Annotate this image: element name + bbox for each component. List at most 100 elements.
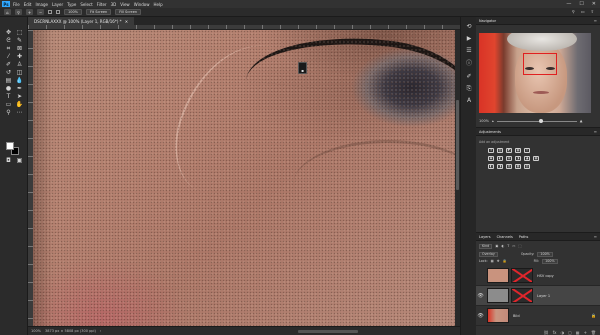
document-tab[interactable]: DSCRNLAXXX @ 100% (Layer 1, RGB/16*) * ✕	[28, 17, 135, 25]
shape-tool-icon[interactable]: ▭	[4, 101, 13, 108]
layer-name[interactable]: HSV copy	[537, 274, 554, 278]
fill-input[interactable]: 100%	[542, 258, 558, 264]
menu-file[interactable]: File	[13, 2, 20, 7]
gradient-tool-icon[interactable]: ▤	[4, 77, 13, 84]
zoom-tool-preset-icon[interactable]: ⚲	[15, 9, 22, 15]
new-group-icon[interactable]: ▦	[576, 330, 580, 335]
clone-source-icon[interactable]: ⎘	[465, 85, 473, 92]
layer-thumbnail[interactable]	[487, 308, 509, 323]
navigator-zoom-slider[interactable]	[496, 118, 577, 123]
filter-smart-icon[interactable]: ⬚	[518, 244, 521, 248]
home-icon[interactable]: ⌂	[4, 9, 11, 15]
properties-panel-icon[interactable]: ☰	[465, 47, 473, 54]
menu-layer[interactable]: Layer	[52, 2, 63, 7]
add-style-icon[interactable]: fx	[553, 330, 557, 335]
navigator-view-box[interactable]	[523, 53, 557, 75]
gradient-map-icon[interactable]: ▩	[515, 164, 521, 169]
quick-select-tool-icon[interactable]: ✎	[15, 37, 24, 44]
play-actions-icon[interactable]: ▶	[465, 35, 473, 42]
zoom-in-large-icon[interactable]: ▲	[580, 119, 583, 123]
history-brush-tool-icon[interactable]: ↺	[4, 69, 13, 76]
edit-toolbar-icon[interactable]: ⋯	[15, 109, 24, 116]
navigator-tab[interactable]: Navigator	[479, 19, 496, 23]
channel-mixer-icon[interactable]: ◕	[524, 156, 530, 161]
adjustments-menu-icon[interactable]: ≡	[594, 129, 597, 134]
tab-paths[interactable]: Paths	[519, 235, 529, 239]
screen-mode-icon[interactable]: ▣	[15, 157, 24, 164]
menu-window[interactable]: Window	[134, 2, 150, 7]
layer-hidden-toggle[interactable]	[476, 266, 485, 286]
layer-name[interactable]: Layer 1	[537, 294, 550, 298]
navigator-zoom-value[interactable]: 100%	[479, 119, 489, 123]
layer-row-hsv-copy[interactable]: HSV copy	[476, 266, 600, 286]
navigator-zoom-knob[interactable]	[538, 118, 543, 123]
zoom-all-windows-checkbox[interactable]	[56, 10, 60, 14]
color-lookup-icon[interactable]: ▦	[533, 156, 539, 161]
tab-channels[interactable]: Channels	[497, 235, 513, 239]
photo-filter-icon[interactable]: ◑	[515, 156, 521, 161]
foreground-color-swatch[interactable]	[6, 142, 14, 150]
lock-pixels-icon[interactable]: ▦	[491, 259, 494, 263]
clone-stamp-tool-icon[interactable]: ♙	[15, 61, 24, 68]
filter-type-icon[interactable]: T	[507, 244, 509, 248]
lock-all-icon[interactable]: 🔒	[503, 259, 507, 263]
tab-layers[interactable]: Layers	[479, 235, 491, 239]
threshold-icon[interactable]: ▨	[506, 164, 512, 169]
vibrance-icon[interactable]: ▽	[524, 148, 530, 153]
add-mask-icon[interactable]: ◑	[561, 330, 565, 335]
menu-view[interactable]: View	[120, 2, 130, 7]
type-tool-icon[interactable]: T	[4, 93, 13, 100]
posterize-icon[interactable]: ◨	[497, 164, 503, 169]
menu-type[interactable]: Type	[67, 2, 76, 7]
layer-row-bild[interactable]: 👁 Bild 🔒	[476, 306, 600, 326]
photoshop-logo-icon[interactable]: Ps	[2, 1, 10, 7]
zoom-in-icon[interactable]: +	[26, 9, 33, 15]
blur-tool-icon[interactable]: 💧	[15, 77, 24, 84]
brush-panel-icon[interactable]: ✐	[465, 73, 473, 80]
minimize-button[interactable]: —	[566, 1, 571, 7]
quick-mask-icon[interactable]: ◘	[4, 157, 13, 164]
filter-adjustment-icon[interactable]: ◐	[501, 244, 504, 248]
menu-select[interactable]: Select	[80, 2, 92, 7]
share-icon[interactable]: ⇪	[591, 9, 594, 14]
filter-pixel-icon[interactable]: ▣	[495, 244, 498, 248]
menu-help[interactable]: Help	[153, 2, 162, 7]
lock-position-icon[interactable]: ✥	[497, 259, 500, 263]
status-arrow-icon[interactable]: ›	[100, 329, 101, 333]
layer-visibility-eye-icon[interactable]: 👁	[476, 306, 485, 326]
new-adjustment-icon[interactable]: ▢	[568, 330, 572, 335]
filter-shape-icon[interactable]: ▭	[512, 244, 515, 248]
vertical-scrollbar-thumb[interactable]	[456, 100, 459, 190]
selective-color-icon[interactable]: ▥	[524, 164, 530, 169]
history-panel-icon[interactable]: ⟲	[465, 23, 473, 30]
close-tab-icon[interactable]: ✕	[125, 19, 128, 24]
zoom-out-icon[interactable]: −	[37, 9, 44, 15]
menu-image[interactable]: Image	[35, 2, 48, 7]
status-doc-info[interactable]: 3873 px × 5808 px (300 ppi)	[45, 329, 96, 333]
layer-kind-filter[interactable]: Kind	[479, 243, 493, 249]
hue-saturation-icon[interactable]: ▣	[488, 156, 494, 161]
menu-edit[interactable]: Edit	[24, 2, 32, 7]
zoom-tool-icon[interactable]: ⚲	[4, 109, 13, 116]
spot-healing-tool-icon[interactable]: ✚	[15, 53, 24, 60]
layer-mask-thumbnail[interactable]	[511, 288, 533, 303]
eraser-tool-icon[interactable]: ◫	[15, 69, 24, 76]
opacity-input[interactable]: 100%	[537, 251, 553, 257]
layer-name[interactable]: Bild	[513, 314, 520, 318]
menu-3d[interactable]: 3D	[111, 2, 117, 7]
invert-icon[interactable]: ◧	[488, 164, 494, 169]
layer-visibility-eye-icon[interactable]: 👁	[476, 286, 485, 306]
frame-tool-icon[interactable]: ⊠	[15, 45, 24, 52]
character-panel-icon[interactable]: A	[465, 97, 473, 104]
layers-menu-icon[interactable]: ≡	[594, 234, 597, 239]
horizontal-scrollbar-thumb[interactable]	[298, 330, 358, 333]
info-panel-icon[interactable]: ⓘ	[465, 59, 473, 67]
move-tool-icon[interactable]: ✥	[4, 29, 13, 36]
navigator-preview[interactable]	[479, 33, 591, 113]
maximize-button[interactable]: ☐	[579, 1, 583, 7]
search-icon[interactable]: ⚲	[572, 9, 575, 14]
status-zoom[interactable]: 100%	[31, 329, 41, 333]
zoom-out-small-icon[interactable]: ▴	[492, 119, 494, 123]
workspace-icon[interactable]: ▭	[581, 9, 585, 14]
delete-layer-icon[interactable]: 🗑	[591, 330, 596, 335]
